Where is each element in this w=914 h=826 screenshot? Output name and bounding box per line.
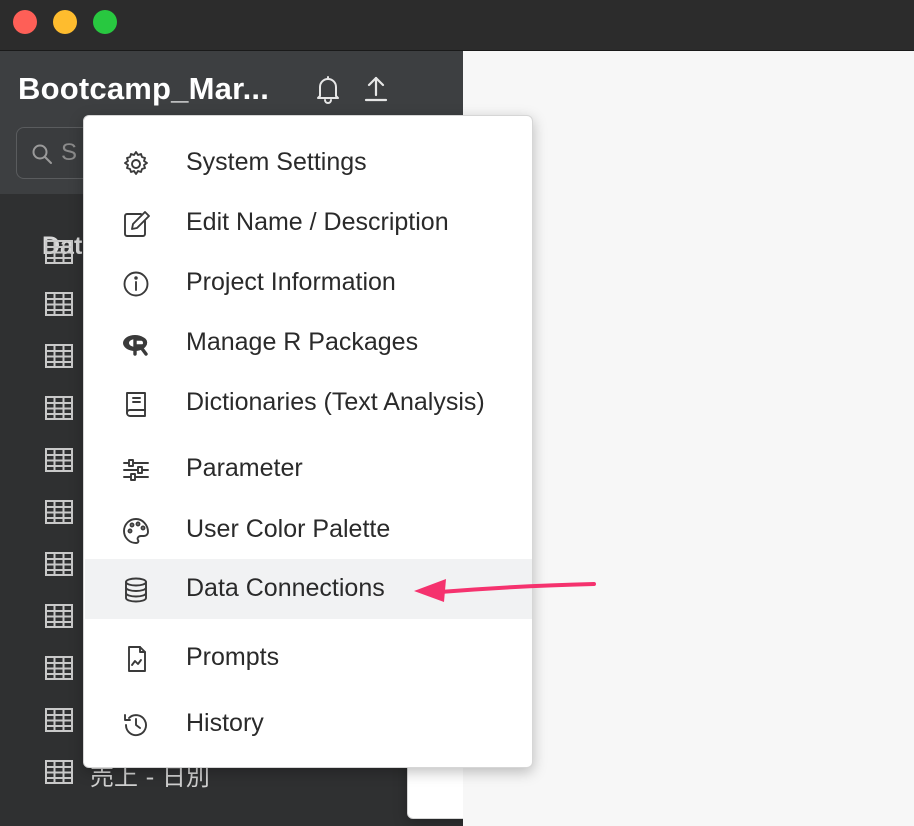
document-icon xyxy=(128,646,146,672)
menu-item-label: System Settings xyxy=(186,148,367,176)
project-title[interactable]: Bootcamp_Mar... xyxy=(18,71,298,107)
table-icon xyxy=(45,292,73,316)
table-icon xyxy=(45,448,73,472)
table-icon xyxy=(45,344,73,368)
table-icon xyxy=(45,552,73,576)
table-icon xyxy=(45,604,73,628)
menu-item-project-information[interactable]: Project Information xyxy=(85,253,532,313)
sliders-icon xyxy=(123,459,149,481)
menu-item-label: Edit Name / Description xyxy=(186,208,449,236)
bell-icon[interactable] xyxy=(312,73,344,105)
menu-item-label: Data Connections xyxy=(186,574,385,602)
table-icon xyxy=(45,760,73,784)
menu-item-label: Project Information xyxy=(186,268,396,296)
table-icon xyxy=(45,708,73,732)
menu-item-edit-name-description[interactable]: Edit Name / Description xyxy=(85,193,532,253)
menu-item-manage-r-packages[interactable]: Manage R Packages xyxy=(85,313,532,373)
table-icon xyxy=(45,240,73,264)
menu-item-system-settings[interactable]: System Settings xyxy=(85,133,532,193)
menu-item-label: Dictionaries (Text Analysis) xyxy=(186,388,485,416)
table-icon xyxy=(45,396,73,420)
close-window-button[interactable] xyxy=(13,10,37,34)
menu-item-label: Manage R Packages xyxy=(186,328,419,356)
upload-icon[interactable] xyxy=(360,73,392,105)
info-icon xyxy=(123,271,149,297)
menu-item-dictionaries-text-analysis[interactable]: Dictionaries (Text Analysis) xyxy=(85,373,532,433)
project-menu-dropdown: System Settings Edit Name / Description Pr… xyxy=(83,115,533,768)
zoom-window-button[interactable] xyxy=(93,10,117,34)
book-icon xyxy=(126,392,146,417)
edit-icon xyxy=(124,211,150,237)
menu-item-user-color-palette[interactable]: User Color Palette xyxy=(85,500,532,560)
table-icon xyxy=(45,656,73,680)
menu-item-label: Prompts xyxy=(186,643,280,671)
database-icon xyxy=(125,577,147,603)
window-titlebar xyxy=(0,0,914,51)
palette-icon xyxy=(123,518,149,544)
annotation-arrow xyxy=(414,579,596,602)
gear-icon xyxy=(124,151,148,175)
r-logo-icon xyxy=(123,335,148,356)
menu-item-history[interactable]: History xyxy=(85,694,532,754)
table-icon xyxy=(45,500,73,524)
history-icon xyxy=(124,714,147,737)
menu-item-label: User Color Palette xyxy=(186,515,391,543)
menu-item-prompts[interactable]: Prompts xyxy=(85,628,532,688)
minimize-window-button[interactable] xyxy=(53,10,77,34)
search-icon xyxy=(32,144,52,164)
menu-item-label: History xyxy=(186,709,264,737)
menu-item-parameter[interactable]: Parameter xyxy=(85,439,532,499)
menu-item-label: Parameter xyxy=(186,454,303,482)
